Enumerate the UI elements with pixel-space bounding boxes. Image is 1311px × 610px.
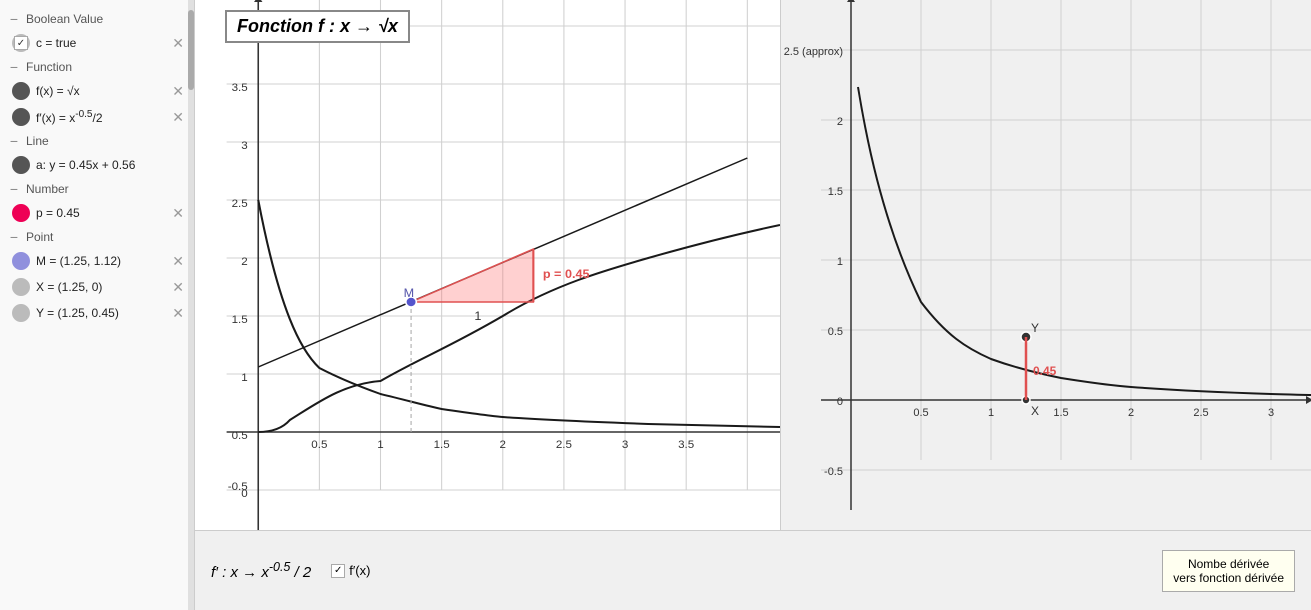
point-Y-close[interactable]: ✕: [170, 305, 186, 322]
section-number-label: Number: [26, 182, 69, 196]
right-chart: 0 0.5 1 1.5 2 2.5 (approx) -0.5 0.5 1 1.…: [781, 0, 1311, 530]
svg-text:3: 3: [1268, 407, 1274, 419]
main-area: Fonction f : x → √x: [195, 0, 1311, 610]
svg-text:M: M: [404, 286, 415, 300]
left-chart-svg: 0 0.5 1 1.5 2 2.5 3 3.5 -0.5 0.5 1 1.5 2…: [195, 0, 780, 530]
svg-text:0.5: 0.5: [232, 430, 248, 442]
function-fpx-dot[interactable]: [12, 108, 30, 126]
svg-text:3: 3: [622, 439, 628, 451]
svg-text:1.5: 1.5: [1053, 407, 1068, 419]
svg-text:2.5: 2.5: [232, 198, 248, 210]
svg-text:0.45: 0.45: [1033, 364, 1057, 378]
section-function: − Function: [0, 56, 194, 78]
info-box: Nombe dérivée vers fonction dérivée: [1162, 550, 1295, 592]
function-item-fx: f(x) = √x ✕: [0, 78, 194, 104]
line-item-a: a: y = 0.45x + 0.56: [0, 152, 194, 178]
svg-text:2.5: 2.5: [556, 439, 572, 451]
point-X-dot[interactable]: [12, 278, 30, 296]
point-M-label: M = (1.25, 1.12): [36, 254, 164, 268]
scrollbar-track: [188, 0, 194, 610]
svg-text:-0.5: -0.5: [824, 466, 843, 478]
point-Y-label: Y = (1.25, 0.45): [36, 306, 164, 320]
section-boolean-value: − Boolean Value: [0, 8, 194, 30]
section-line: − Line: [0, 130, 194, 152]
svg-text:1: 1: [377, 439, 383, 451]
svg-text:3: 3: [241, 140, 247, 152]
point-item-Y: Y = (1.25, 0.45) ✕: [0, 300, 194, 326]
point-Y-dot[interactable]: [12, 304, 30, 322]
function-fpx-label: f′(x) = x-0.5/2: [36, 109, 164, 125]
collapse-point-icon[interactable]: −: [8, 231, 20, 243]
checkbox-fx-label-group[interactable]: ✓ f′(x): [331, 563, 370, 578]
section-point: − Point: [0, 226, 194, 248]
point-X-close[interactable]: ✕: [170, 279, 186, 296]
fx-checkbox-label: f′(x): [349, 563, 370, 578]
svg-text:3.5: 3.5: [678, 439, 694, 451]
formula-box: Fonction f : x → √x: [225, 10, 410, 43]
number-item-p: p = 0.45 ✕: [0, 200, 194, 226]
svg-text:2: 2: [837, 116, 843, 128]
boolean-c-close[interactable]: ✕: [170, 35, 186, 52]
fx-checkbox[interactable]: ✓: [331, 564, 345, 578]
collapse-number-icon[interactable]: −: [8, 183, 20, 195]
point-item-M: M = (1.25, 1.12) ✕: [0, 248, 194, 274]
function-fpx-close[interactable]: ✕: [170, 109, 186, 126]
function-fx-label: f(x) = √x: [36, 84, 164, 98]
point-M-close[interactable]: ✕: [170, 253, 186, 270]
svg-text:1: 1: [241, 372, 247, 384]
svg-text:0.5: 0.5: [828, 326, 843, 338]
svg-text:0.5: 0.5: [311, 439, 327, 451]
number-p-label: p = 0.45: [36, 206, 164, 220]
point-M-dot[interactable]: [12, 252, 30, 270]
info-title: Nombe dérivée: [1173, 557, 1284, 571]
svg-text:1: 1: [837, 256, 843, 268]
point-X-label: X = (1.25, 0): [36, 280, 164, 294]
derivative-formula: f′ : x → x-0.5 / 2: [211, 560, 311, 581]
right-chart-svg: 0 0.5 1 1.5 2 2.5 (approx) -0.5 0.5 1 1.…: [781, 0, 1311, 530]
number-p-dot[interactable]: [12, 204, 30, 222]
svg-text:1.5: 1.5: [434, 439, 450, 451]
svg-text:p = 0.45: p = 0.45: [543, 267, 590, 281]
svg-text:1.5: 1.5: [232, 314, 248, 326]
point-item-X: X = (1.25, 0) ✕: [0, 274, 194, 300]
svg-text:2: 2: [241, 256, 247, 268]
svg-text:1: 1: [988, 407, 994, 419]
section-line-label: Line: [26, 134, 49, 148]
svg-text:-0.5: -0.5: [228, 481, 248, 493]
charts-container: Fonction f : x → √x: [195, 0, 1311, 530]
collapse-function-icon[interactable]: −: [8, 61, 20, 73]
line-a-dot[interactable]: [12, 156, 30, 174]
svg-text:X: X: [1031, 404, 1039, 418]
function-fx-dot[interactable]: [12, 82, 30, 100]
svg-text:2.5: 2.5: [1193, 407, 1208, 419]
svg-text:0: 0: [837, 396, 843, 408]
function-item-fpx: f′(x) = x-0.5/2 ✕: [0, 104, 194, 130]
svg-text:Y: Y: [1031, 321, 1039, 335]
boolean-item-c: ✓ c = true ✕: [0, 30, 194, 56]
number-p-close[interactable]: ✕: [170, 205, 186, 222]
svg-text:2: 2: [1128, 407, 1134, 419]
section-function-label: Function: [26, 60, 72, 74]
svg-text:1.5: 1.5: [828, 186, 843, 198]
collapse-boolean-icon[interactable]: −: [8, 13, 20, 25]
svg-text:1: 1: [474, 309, 481, 323]
sidebar: − Boolean Value ✓ c = true ✕ − Function …: [0, 0, 195, 610]
section-number: − Number: [0, 178, 194, 200]
scrollbar-thumb[interactable]: [188, 10, 194, 90]
bottom-panel: f′ : x → x-0.5 / 2 ✓ f′(x) Nombe dérivée…: [195, 530, 1311, 610]
section-point-label: Point: [26, 230, 53, 244]
collapse-line-icon[interactable]: −: [8, 135, 20, 147]
svg-text:2.5 (approx): 2.5 (approx): [784, 46, 843, 58]
line-a-label: a: y = 0.45x + 0.56: [36, 158, 186, 172]
function-fx-close[interactable]: ✕: [170, 83, 186, 100]
svg-text:2: 2: [500, 439, 506, 451]
left-chart: Fonction f : x → √x: [195, 0, 781, 530]
checkbox-c[interactable]: ✓: [14, 36, 28, 50]
boolean-c-label: c = true: [36, 36, 164, 50]
section-boolean-label: Boolean Value: [26, 12, 103, 26]
boolean-circle[interactable]: ✓: [12, 34, 30, 52]
svg-text:3.5: 3.5: [232, 82, 248, 94]
svg-text:0.5: 0.5: [913, 407, 928, 419]
info-subtitle: vers fonction dérivée: [1173, 571, 1284, 585]
